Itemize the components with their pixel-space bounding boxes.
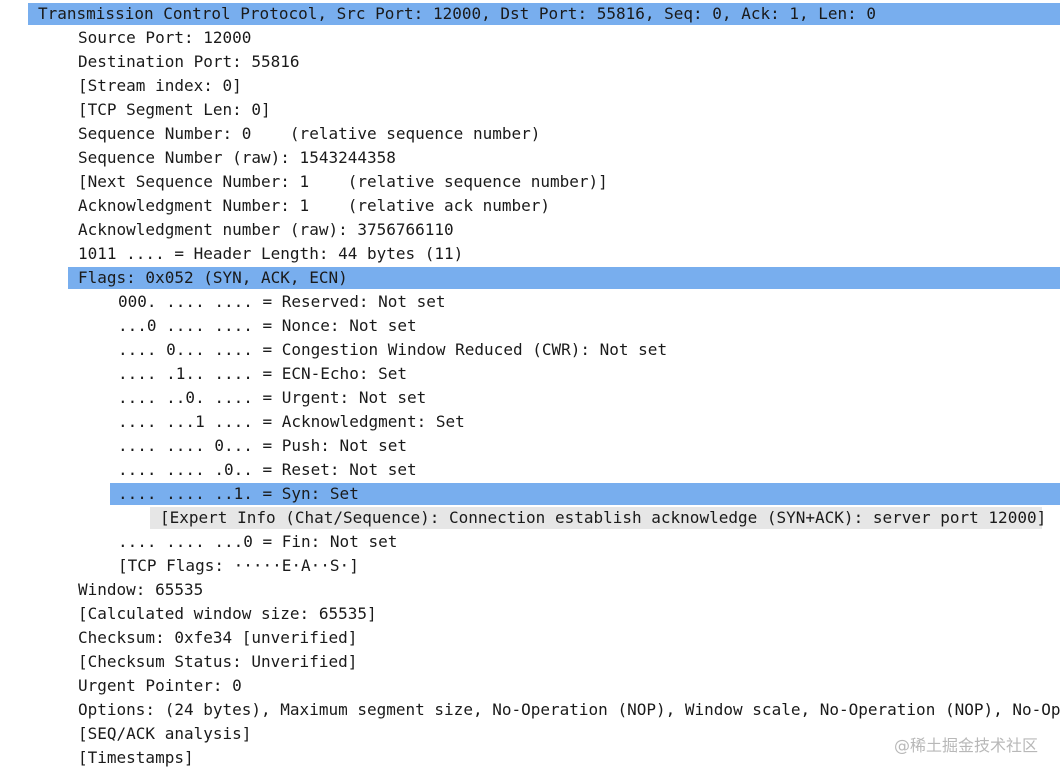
flag-label: .... .1.. .... = ECN-Echo: Set (118, 364, 407, 383)
tree-row-source-port[interactable]: Source Port: 12000 (0, 26, 1060, 50)
collapsed-triangle-icon[interactable] (41, 698, 61, 722)
flag-label: .... ..0. .... = Urgent: Not set (118, 388, 427, 407)
tree-row-header-length[interactable]: 1011 .... = Header Length: 44 bytes (11) (0, 242, 1060, 266)
collapsed-triangle-icon[interactable] (122, 506, 142, 530)
tree-row-ack-number[interactable]: Acknowledgment Number: 1 (relative ack n… (0, 194, 1060, 218)
tree-row-flag-ecn-echo[interactable]: .... .1.. .... = ECN-Echo: Set (0, 362, 1060, 386)
expanded-triangle-icon[interactable] (41, 266, 61, 290)
field-label: Acknowledgment number (raw): 3756766110 (78, 220, 454, 239)
field-label: Acknowledgment Number: 1 (relative ack n… (78, 196, 551, 215)
field-label: [Calculated window size: 65535] (78, 604, 377, 623)
flag-label: 000. .... .... = Reserved: Not set (118, 292, 446, 311)
field-label: [Next Sequence Number: 1 (relative seque… (78, 172, 608, 191)
flags-header-label: Flags: 0x052 (SYN, ACK, ECN) (78, 268, 348, 287)
field-label: Window: 65535 (78, 580, 204, 599)
timestamps-label: [Timestamps] (78, 748, 194, 767)
tree-row-expert-info[interactable]: [Expert Info (Chat/Sequence): Connection… (0, 506, 1060, 530)
watermark: @稀土掘金技术社区 (893, 736, 1038, 755)
tree-row-tcp[interactable]: Transmission Control Protocol, Src Port:… (0, 2, 1060, 26)
field-label: Checksum: 0xfe34 [unverified] (78, 628, 358, 647)
tree-row-flag-push[interactable]: .... .... 0... = Push: Not set (0, 434, 1060, 458)
options-label: Options: (24 bytes), Maximum segment siz… (78, 700, 1060, 719)
tree-row-flag-syn[interactable]: .... .... ..1. = Syn: Set (0, 482, 1060, 506)
field-label: Sequence Number (raw): 1543244358 (78, 148, 396, 167)
field-label: 1011 .... = Header Length: 44 bytes (11) (78, 244, 464, 263)
collapsed-triangle-icon[interactable] (41, 722, 61, 746)
expanded-triangle-icon[interactable] (2, 2, 22, 26)
tree-row-window[interactable]: Window: 65535 (0, 578, 1060, 602)
tree-row-options[interactable]: Options: (24 bytes), Maximum segment siz… (0, 698, 1060, 722)
tree-row-checksum[interactable]: Checksum: 0xfe34 [unverified] (0, 626, 1060, 650)
flag-label: .... ...1 .... = Acknowledgment: Set (118, 412, 465, 431)
tree-row-checksum-status[interactable]: [Checksum Status: Unverified] (0, 650, 1060, 674)
flag-label: [TCP Flags: ·····E·A··S·] (118, 556, 359, 575)
field-label: Destination Port: 55816 (78, 52, 300, 71)
tree-row-ack-raw[interactable]: Acknowledgment number (raw): 3756766110 (0, 218, 1060, 242)
tree-row-segment-len[interactable]: [TCP Segment Len: 0] (0, 98, 1060, 122)
field-label: [Checksum Status: Unverified] (78, 652, 358, 671)
tree-row-flag-ack[interactable]: .... ...1 .... = Acknowledgment: Set (0, 410, 1060, 434)
packet-details-tree: Transmission Control Protocol, Src Port:… (0, 2, 1060, 770)
field-label: Sequence Number: 0 (relative sequence nu… (78, 124, 541, 143)
seq-ack-analysis-label: [SEQ/ACK analysis] (78, 724, 252, 743)
tree-row-flags[interactable]: Flags: 0x052 (SYN, ACK, ECN) (0, 266, 1060, 290)
tree-row-flag-urgent[interactable]: .... ..0. .... = Urgent: Not set (0, 386, 1060, 410)
tree-row-flag-reset[interactable]: .... .... .0.. = Reset: Not set (0, 458, 1060, 482)
collapsed-triangle-icon[interactable] (41, 746, 61, 770)
tree-row-flag-fin[interactable]: .... .... ...0 = Fin: Not set (0, 530, 1060, 554)
flag-label: .... .... 0... = Push: Not set (118, 436, 407, 455)
tcp-header-label: Transmission Control Protocol, Src Port:… (38, 4, 877, 23)
tree-row-tcp-flags[interactable]: [TCP Flags: ·····E·A··S·] (0, 554, 1060, 578)
field-label: [TCP Segment Len: 0] (78, 100, 271, 119)
tree-row-urgent-pointer[interactable]: Urgent Pointer: 0 (0, 674, 1060, 698)
flag-label: .... 0... .... = Congestion Window Reduc… (118, 340, 668, 359)
expanded-triangle-icon[interactable] (81, 482, 101, 506)
tree-row-flag-nonce[interactable]: ...0 .... .... = Nonce: Not set (0, 314, 1060, 338)
expert-info-label: [Expert Info (Chat/Sequence): Connection… (160, 508, 1047, 527)
tree-row-flag-cwr[interactable]: .... 0... .... = Congestion Window Reduc… (0, 338, 1060, 362)
flag-label: ...0 .... .... = Nonce: Not set (118, 316, 417, 335)
tree-row-stream-index[interactable]: [Stream index: 0] (0, 74, 1060, 98)
field-label: Source Port: 12000 (78, 28, 252, 47)
flag-label: .... .... ...0 = Fin: Not set (118, 532, 398, 551)
tree-row-seq-number[interactable]: Sequence Number: 0 (relative sequence nu… (0, 122, 1060, 146)
tree-row-calc-window[interactable]: [Calculated window size: 65535] (0, 602, 1060, 626)
tree-row-seq-raw[interactable]: Sequence Number (raw): 1543244358 (0, 146, 1060, 170)
tree-row-destination-port[interactable]: Destination Port: 55816 (0, 50, 1060, 74)
tree-row-next-seq[interactable]: [Next Sequence Number: 1 (relative seque… (0, 170, 1060, 194)
flag-label: .... .... .0.. = Reset: Not set (118, 460, 417, 479)
tree-row-flag-reserved[interactable]: 000. .... .... = Reserved: Not set (0, 290, 1060, 314)
syn-flag-label: .... .... ..1. = Syn: Set (118, 484, 359, 503)
field-label: Urgent Pointer: 0 (78, 676, 242, 695)
field-label: [Stream index: 0] (78, 76, 242, 95)
